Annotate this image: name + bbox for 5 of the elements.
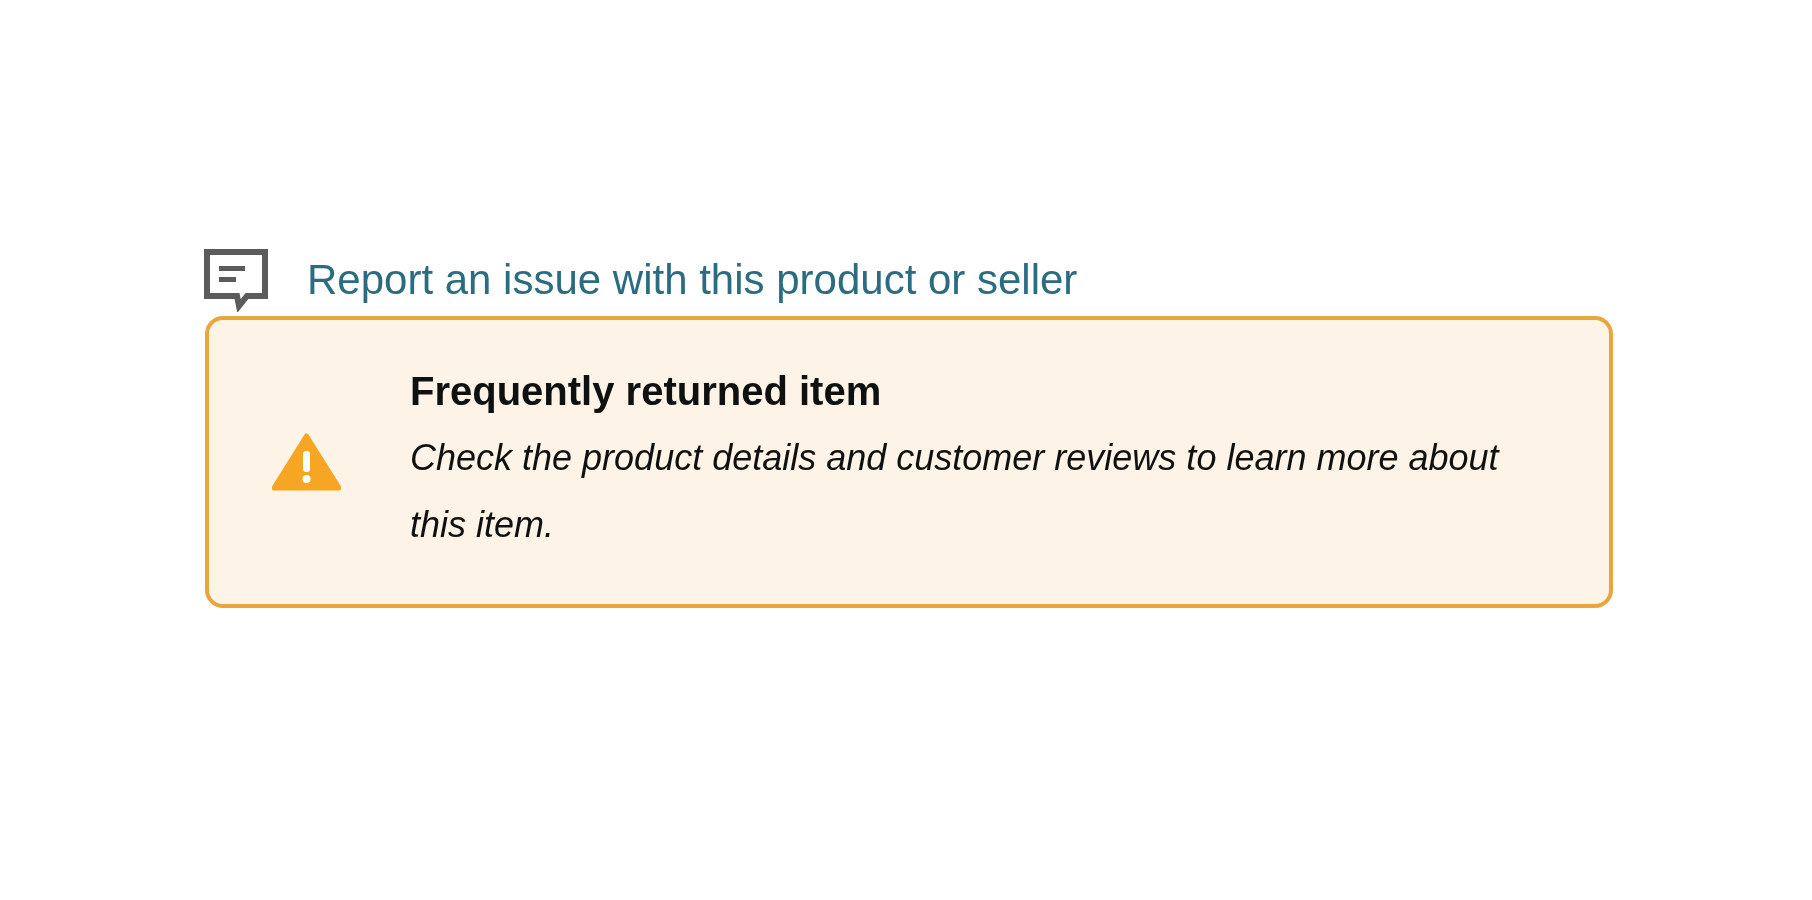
chat-bubble-icon <box>203 248 269 312</box>
report-issue-link[interactable]: Report an issue with this product or seller <box>307 254 1078 306</box>
warning-icon <box>272 433 341 491</box>
alert-message: Check the product details and customer reviews to learn more about this item. <box>410 436 1501 547</box>
alert-title: Frequently returned item <box>410 368 883 415</box>
